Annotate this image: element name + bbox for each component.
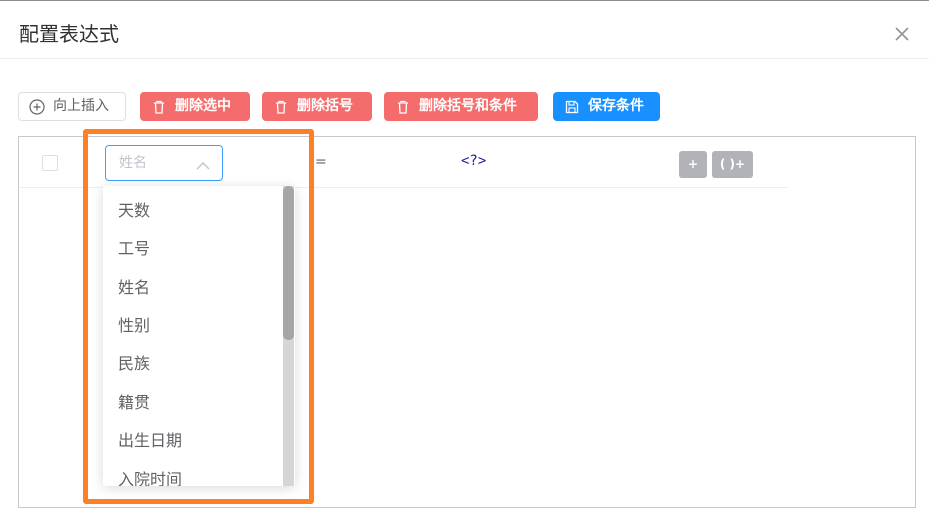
insert-above-button[interactable]: 向上插入 [18, 92, 126, 121]
dropdown-option[interactable]: 工号 [103, 230, 283, 268]
insert-above-label: 向上插入 [53, 98, 109, 114]
plus-circle-icon [29, 98, 45, 115]
dropdown-option[interactable]: 入院时间 [103, 461, 283, 486]
dropdown-option[interactable]: 姓名 [103, 269, 283, 307]
trash-icon [151, 99, 167, 115]
expression-dialog: 配置表达式 向上插入 删除选中 删除括号 删除括号和条件 保存条件 姓名 = <… [0, 0, 929, 521]
chevron-up-icon [196, 157, 210, 170]
field-dropdown: 天数 工号 姓名 性别 民族 籍贯 出生日期 入院时间 [103, 186, 295, 486]
delete-selected-label: 删除选中 [175, 98, 231, 114]
dropdown-scrollbar-thumb[interactable] [283, 186, 294, 340]
save-conditions-button[interactable]: 保存条件 [553, 92, 660, 121]
operator-text[interactable]: = [315, 154, 327, 170]
delete-brackets-conditions-label: 删除括号和条件 [419, 98, 517, 114]
field-select[interactable]: 姓名 [105, 145, 223, 181]
dialog-header: 配置表达式 [0, 1, 929, 59]
dropdown-option[interactable]: 出生日期 [103, 422, 283, 460]
delete-brackets-label: 删除括号 [297, 98, 353, 114]
dropdown-option[interactable]: 籍贯 [103, 384, 283, 422]
trash-icon [273, 99, 289, 115]
trash-icon [395, 99, 411, 115]
delete-brackets-conditions-button[interactable]: 删除括号和条件 [384, 92, 538, 121]
value-placeholder[interactable]: <?> [461, 153, 486, 169]
dialog-title: 配置表达式 [19, 22, 119, 46]
dropdown-option[interactable]: 天数 [103, 192, 283, 230]
dropdown-option[interactable]: 性别 [103, 307, 283, 345]
save-conditions-label: 保存条件 [588, 98, 644, 114]
close-icon[interactable] [893, 25, 911, 43]
condition-row: 姓名 = <?> + ( )+ [20, 138, 788, 188]
add-bracket-button[interactable]: ( )+ [712, 151, 753, 178]
delete-brackets-button[interactable]: 删除括号 [262, 92, 372, 121]
delete-selected-button[interactable]: 删除选中 [140, 92, 250, 121]
row-checkbox[interactable] [42, 155, 58, 171]
dropdown-option[interactable]: 民族 [103, 345, 283, 383]
add-condition-button[interactable]: + [679, 151, 707, 178]
field-select-value: 姓名 [119, 155, 147, 171]
save-icon [564, 99, 580, 115]
